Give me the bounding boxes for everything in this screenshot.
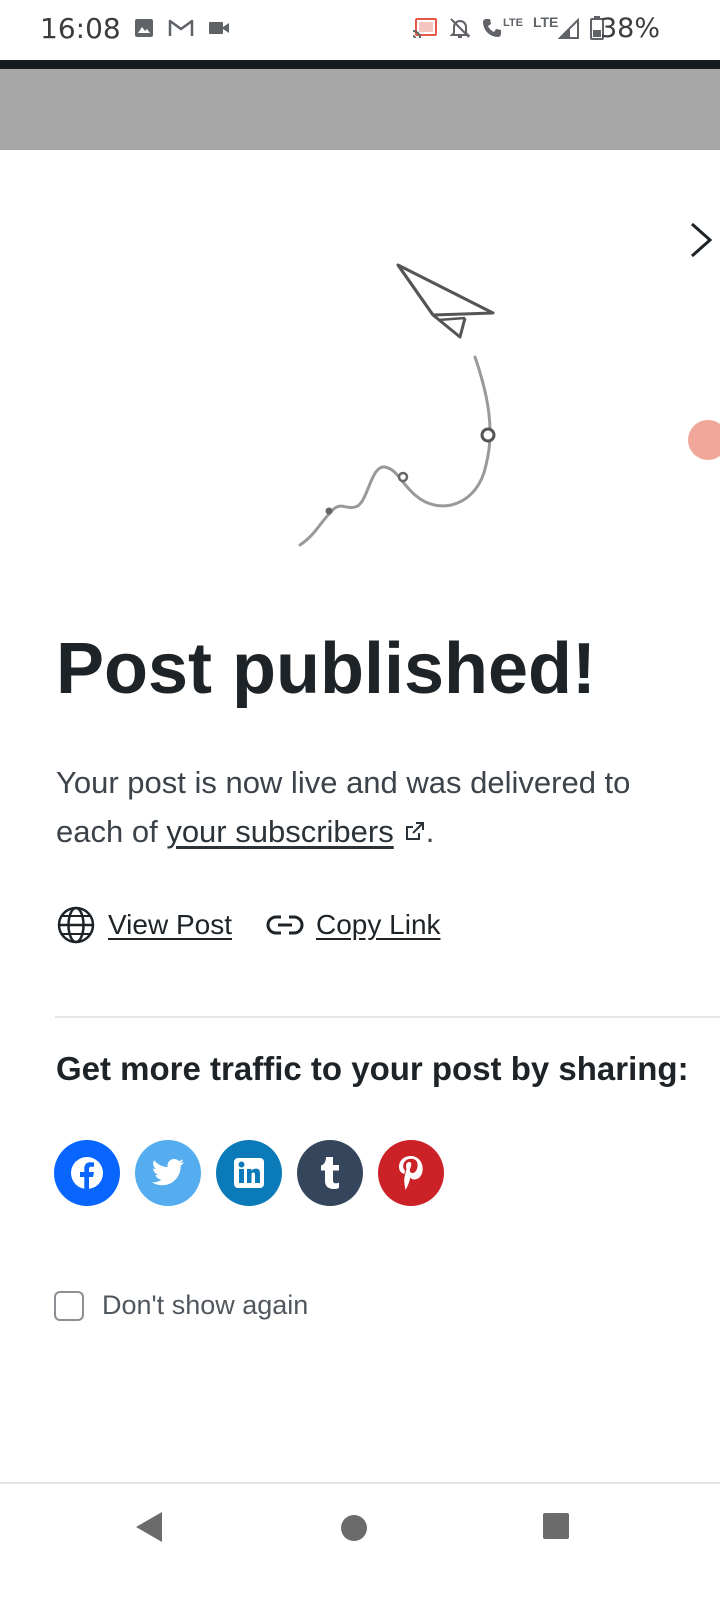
divider (55, 1016, 720, 1018)
dont-show-again-checkbox[interactable] (54, 1290, 84, 1321)
subscribers-link[interactable]: your subscribers (166, 814, 393, 849)
share-pinterest-button[interactable] (378, 1140, 444, 1206)
editor-toolbar-strip (0, 60, 720, 69)
back-icon[interactable] (134, 1510, 164, 1544)
dimmed-header (0, 69, 720, 150)
gmail-icon (168, 19, 194, 36)
linkedin-icon (234, 1158, 264, 1188)
modal-title: Post published! (56, 629, 596, 709)
battery-percent: 38% (600, 13, 661, 44)
link-icon (266, 915, 304, 935)
lte-signal-icon: LTE (532, 14, 580, 40)
share-heading: Get more traffic to your post by sharing… (56, 1050, 689, 1087)
copy-link-label: Copy Link (316, 909, 441, 940)
image-icon (135, 19, 153, 37)
modal-description: Your post is now live and was delivered … (56, 758, 696, 856)
copy-link-button[interactable]: Copy Link (266, 909, 441, 941)
volte-call-icon: LTE (482, 17, 523, 39)
twitter-icon (151, 1159, 184, 1186)
external-link-icon (405, 821, 424, 840)
close-icon[interactable] (686, 218, 716, 262)
lte-label-2: LTE (532, 14, 559, 30)
share-buttons (54, 1140, 444, 1206)
view-post-button[interactable]: View Post (56, 905, 232, 945)
lte-label-1: LTE (503, 17, 523, 29)
tumblr-icon (321, 1157, 339, 1189)
pinterest-icon (399, 1156, 423, 1190)
paper-plane-icon (396, 263, 495, 339)
side-accent-dot (688, 420, 720, 460)
share-linkedin-button[interactable] (216, 1140, 282, 1206)
status-bar: 16:08 LTE LTE 38% (0, 0, 720, 60)
view-post-label: View Post (108, 909, 232, 940)
facebook-icon (71, 1157, 103, 1189)
globe-icon (57, 906, 95, 944)
description-suffix: . (425, 814, 435, 849)
home-icon[interactable] (340, 1514, 368, 1542)
status-time: 16:08 (40, 12, 121, 45)
notifications-off-icon (449, 18, 471, 38)
dont-show-again-label: Don't show again (102, 1290, 309, 1320)
paper-plane-illustration (298, 263, 496, 547)
cast-icon (412, 18, 437, 39)
status-right-icons: LTE LTE (412, 14, 605, 40)
recent-apps-icon[interactable] (542, 1512, 570, 1540)
share-facebook-button[interactable] (54, 1140, 120, 1206)
share-tumblr-button[interactable] (297, 1140, 363, 1206)
video-camera-icon (209, 22, 229, 34)
status-left-icons (134, 18, 230, 38)
dont-show-again-option[interactable]: Don't show again (54, 1290, 308, 1321)
subscribers-link-label: your subscribers (166, 814, 394, 849)
system-nav-bar (0, 1482, 720, 1600)
share-twitter-button[interactable] (135, 1140, 201, 1206)
post-actions: View Post Copy Link (56, 905, 441, 945)
